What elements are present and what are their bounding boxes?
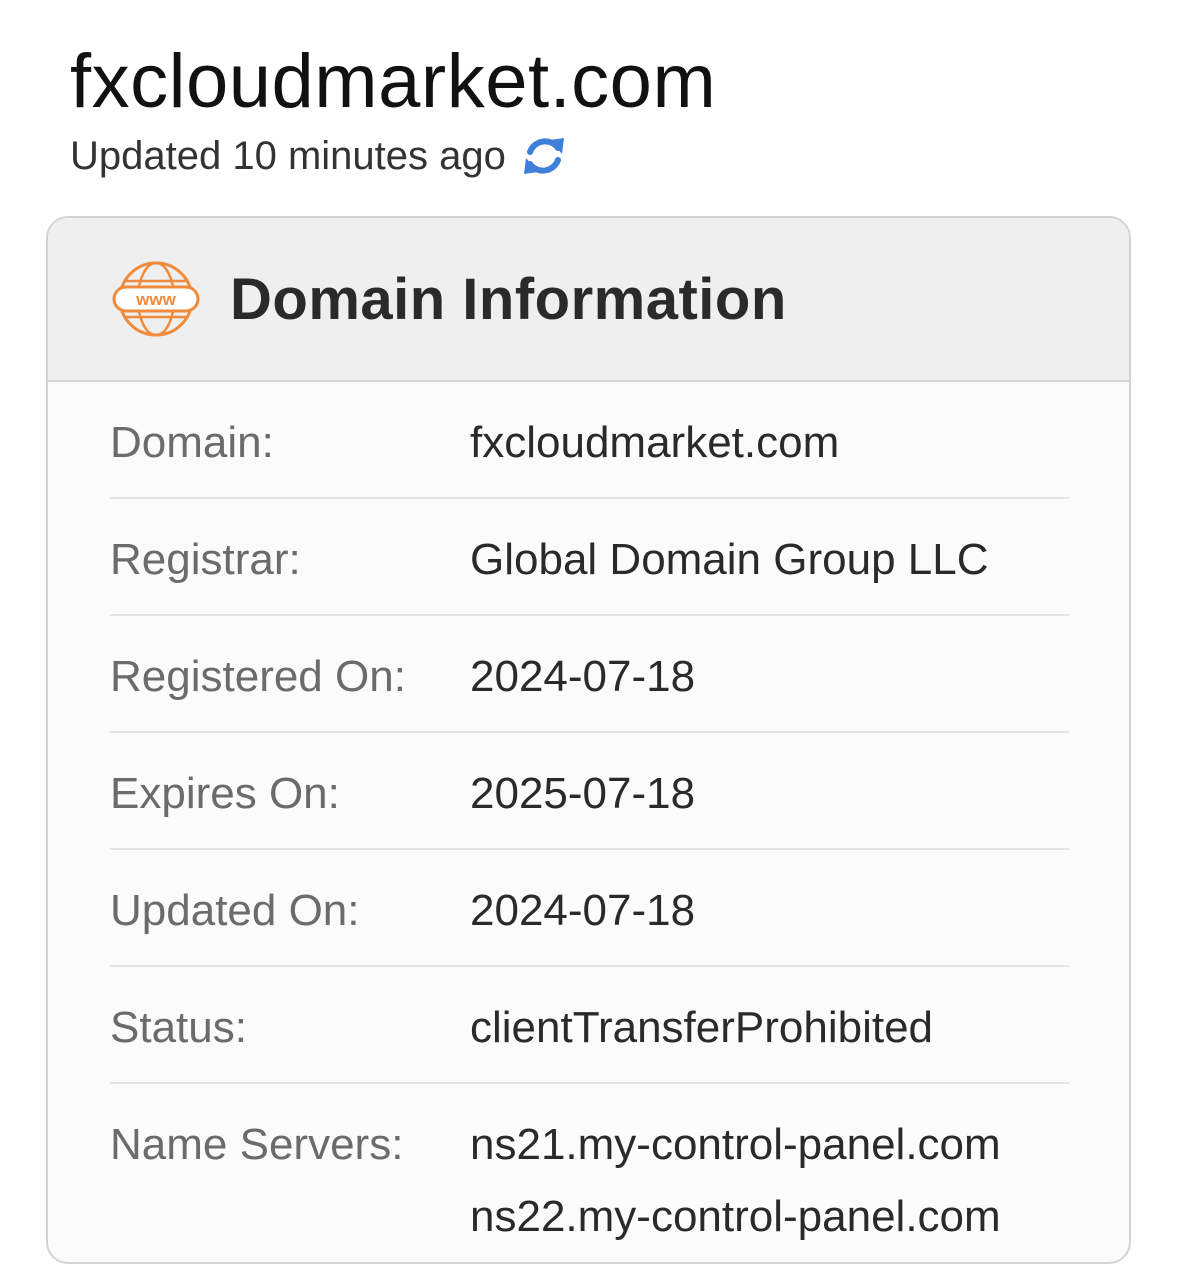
name-server-1: ns21.my-control-panel.com [470, 1120, 1001, 1169]
card-header: www Domain Information [48, 218, 1129, 382]
row-value: 2024-07-18 [470, 652, 696, 701]
row-value: 2025-07-18 [470, 769, 696, 818]
row-value: Global Domain Group LLC [470, 535, 989, 584]
updated-text: Updated 10 minutes ago [70, 133, 506, 178]
row-label: Registered On: [110, 652, 406, 701]
card-title: Domain Information [230, 266, 787, 332]
row-value: clientTransferProhibited [470, 1003, 934, 1052]
row-domain: Domain: fxcloudmarket.com [110, 382, 1069, 499]
row-label: Status: [110, 1003, 247, 1052]
row-expires-on: Expires On: 2025-07-18 [110, 733, 1069, 850]
page-title: fxcloudmarket.com [70, 39, 717, 124]
row-label: Updated On: [110, 886, 360, 935]
name-server-2: ns22.my-control-panel.com [470, 1192, 1001, 1241]
row-registrar: Registrar: Global Domain Group LLC [110, 499, 1069, 616]
row-value: fxcloudmarket.com [470, 418, 840, 467]
row-label: Expires On: [110, 769, 340, 818]
svg-text:www: www [135, 290, 176, 309]
updated-status: Updated 10 minutes ago [70, 128, 568, 184]
refresh-icon[interactable] [520, 128, 568, 184]
row-label: Registrar: [110, 535, 301, 584]
row-updated-on: Updated On: 2024-07-18 [110, 850, 1069, 967]
domain-info-card: www Domain Information Domain: fxcloudma… [46, 216, 1131, 1264]
row-value: 2024-07-18 [470, 886, 696, 935]
www-globe-icon: www [110, 259, 202, 339]
row-registered-on: Registered On: 2024-07-18 [110, 616, 1069, 733]
row-label: Domain: [110, 418, 274, 467]
row-status: Status: clientTransferProhibited [110, 967, 1069, 1084]
row-label: Name Servers: [110, 1120, 404, 1169]
row-value: ns21.my-control-panel.com ns22.my-contro… [470, 1118, 1001, 1250]
row-name-servers: Name Servers: ns21.my-control-panel.com … [110, 1084, 1069, 1250]
info-table: Domain: fxcloudmarket.com Registrar: Glo… [48, 382, 1129, 1250]
